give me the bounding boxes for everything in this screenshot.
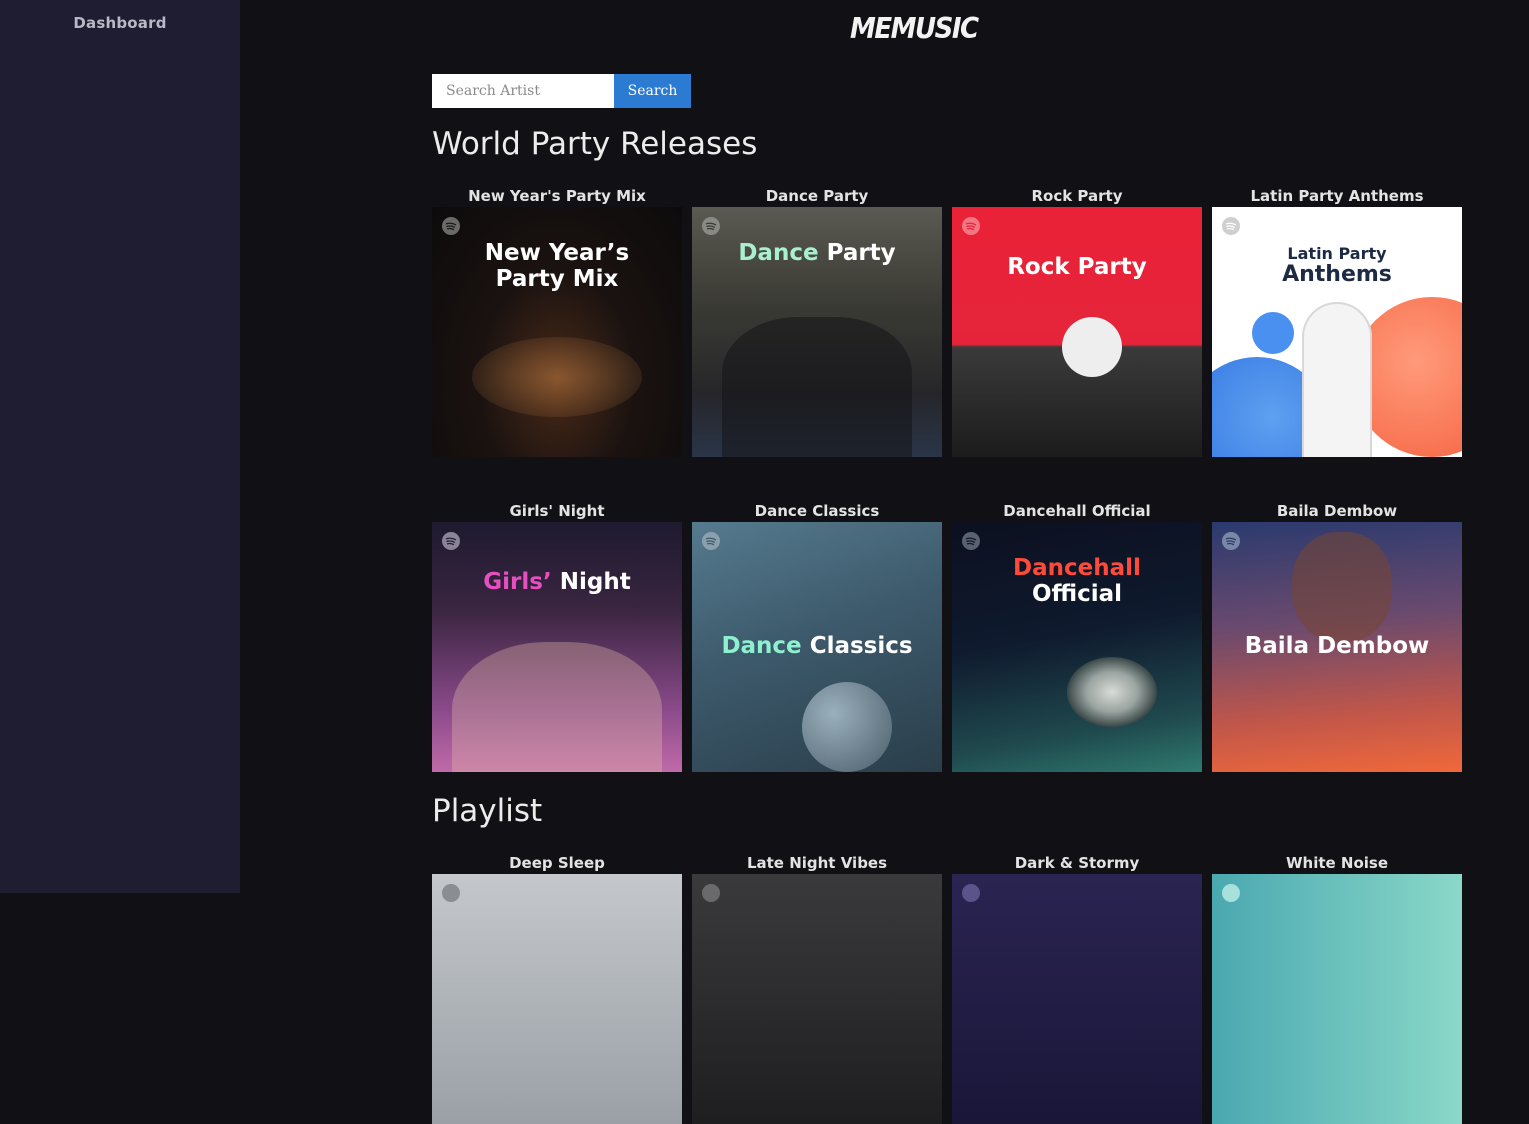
search-input[interactable]: [432, 74, 614, 108]
spotify-icon: [962, 884, 980, 902]
playlist-card[interactable]: Latin Party Anthems Latin Party Anthems: [1212, 185, 1462, 457]
card-title: Dancehall Official: [1003, 502, 1151, 520]
cover-blue-dot: [1252, 312, 1294, 354]
card-title: Rock Party: [1031, 187, 1123, 205]
card-title: Dance Classics: [754, 502, 880, 520]
cover-turntable: [1067, 657, 1157, 727]
sidebar: Dashboard: [0, 0, 240, 893]
card-title: New Year's Party Mix: [468, 187, 646, 205]
card-title: Dark & Stormy: [1014, 854, 1140, 872]
cover-figure: [1302, 302, 1372, 457]
spotify-icon: [442, 884, 460, 902]
cover-figure: [1292, 532, 1392, 642]
card-title: Late Night Vibes: [746, 854, 888, 872]
playlist-card[interactable]: Dance Party Dance Party: [692, 185, 942, 457]
cover-image[interactable]: Dance Party: [692, 207, 942, 457]
playlist-card[interactable]: Rock Party Rock Party: [952, 185, 1202, 457]
cover-image[interactable]: Dance Classics: [692, 522, 942, 772]
cover-image[interactable]: New Year’s Party Mix: [432, 207, 682, 457]
cover-title: Dance Party: [738, 240, 896, 266]
card-title: Latin Party Anthems: [1250, 187, 1424, 205]
cover-disco-ball: [802, 682, 892, 772]
cover-title: Rock Party: [1007, 254, 1147, 280]
card-title: Baila Dembow: [1276, 502, 1398, 520]
search-button[interactable]: Search: [614, 74, 691, 108]
cover-image[interactable]: [692, 874, 942, 1124]
cover-title: Dancehall Official: [1013, 555, 1141, 607]
cover-title: New Year’s Party Mix: [484, 240, 630, 292]
spotify-icon: [1222, 532, 1240, 550]
spotify-icon: [962, 217, 980, 235]
card-title: White Noise: [1285, 854, 1389, 872]
cover-image[interactable]: [952, 874, 1202, 1124]
section-title-playlist: Playlist: [432, 793, 543, 829]
card-title: Deep Sleep: [509, 854, 605, 872]
cover-title: Baila Dembow: [1244, 633, 1430, 659]
playlist-card[interactable]: Baila Dembow Baila Dembow: [1212, 500, 1462, 772]
cover-title: Dance Classics: [721, 633, 913, 659]
spotify-icon: [442, 217, 460, 235]
cover-crowd: [722, 317, 912, 457]
card-title: Dance Party: [765, 187, 869, 205]
playlist-card[interactable]: Girls' Night Girls’ Night: [432, 500, 682, 772]
cover-image[interactable]: [1212, 874, 1462, 1124]
cover-image[interactable]: Girls’ Night: [432, 522, 682, 772]
spotify-icon: [702, 884, 720, 902]
spotify-icon: [1222, 884, 1240, 902]
cover-title: Latin Party Anthems: [1282, 244, 1392, 287]
playlist-card[interactable]: Dancehall Official Dancehall Official: [952, 500, 1202, 772]
cover-image[interactable]: [432, 874, 682, 1124]
card-title: Girls' Night: [509, 502, 605, 520]
section-title-world-party-releases: World Party Releases: [432, 126, 758, 162]
spotify-icon: [702, 217, 720, 235]
cover-image[interactable]: Baila Dembow: [1212, 522, 1462, 772]
playlist-card[interactable]: Dance Classics Dance Classics: [692, 500, 942, 772]
cover-glow: [472, 337, 642, 417]
spotify-icon: [1222, 217, 1240, 235]
cover-image[interactable]: Latin Party Anthems: [1212, 207, 1462, 457]
spotify-icon: [702, 532, 720, 550]
cover-image[interactable]: Dancehall Official: [952, 522, 1202, 772]
cover-title: Girls’ Night: [483, 569, 631, 595]
spotify-icon: [442, 532, 460, 550]
cover-figure: [1062, 317, 1122, 377]
sidebar-item-dashboard[interactable]: Dashboard: [0, 14, 240, 32]
app-logo[interactable]: MEMUSIC: [850, 13, 979, 46]
playlist-card[interactable]: New Year's Party Mix New Year’s Party Mi…: [432, 185, 682, 457]
cover-figures: [452, 642, 662, 772]
spotify-icon: [962, 532, 980, 550]
cover-image[interactable]: Rock Party: [952, 207, 1202, 457]
